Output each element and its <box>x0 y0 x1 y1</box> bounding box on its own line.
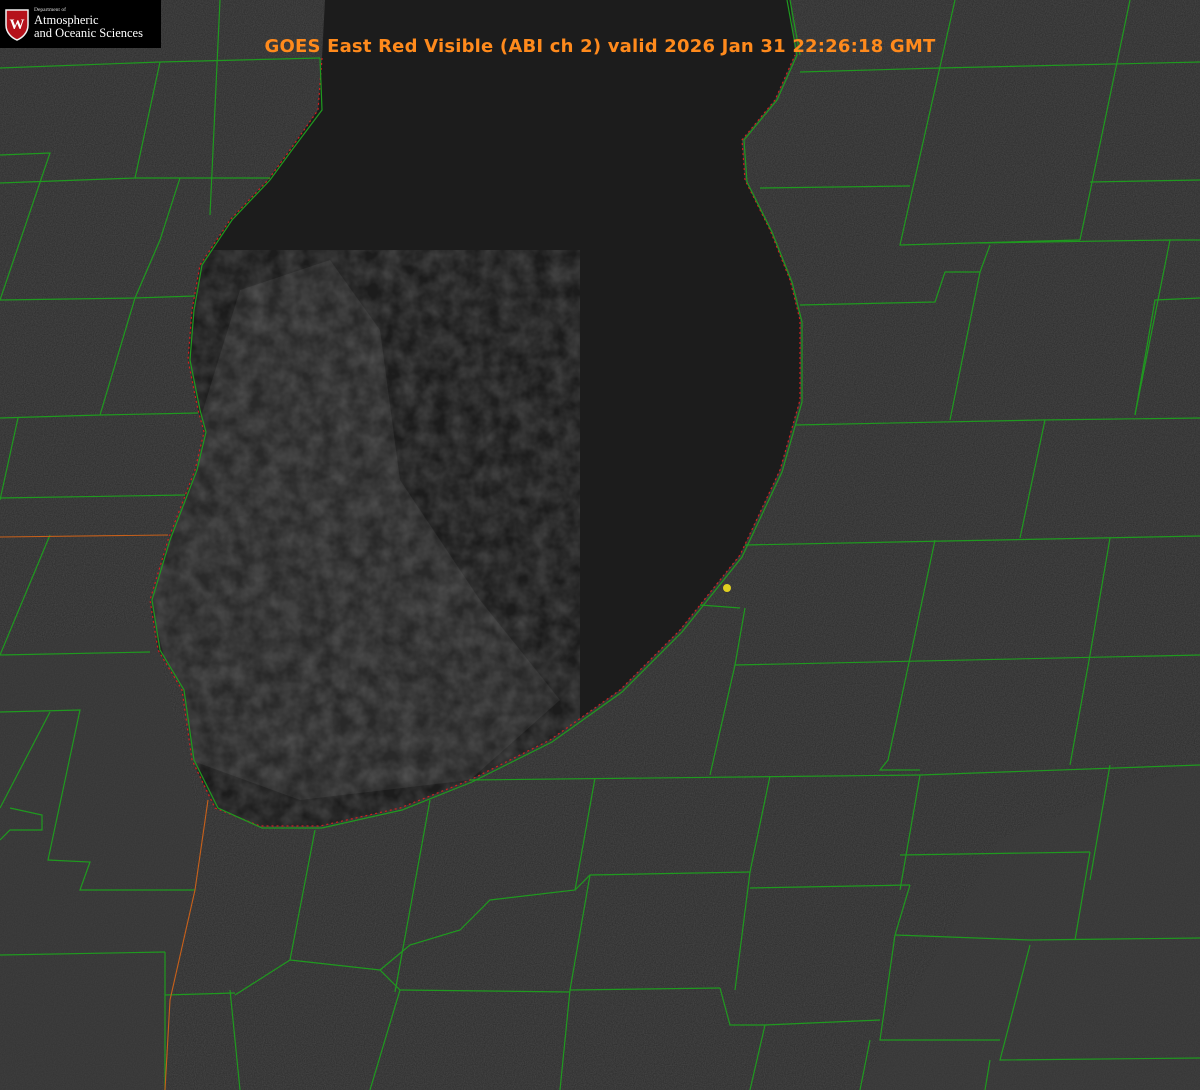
image-title: GOES East Red Visible (ABI ch 2) valid 2… <box>264 36 936 57</box>
satellite-map[interactable] <box>0 0 1200 1090</box>
crest-letter: W <box>10 17 25 33</box>
uw-crest-icon: W <box>5 9 29 41</box>
logo-text: Department of Atmospheric and Oceanic Sc… <box>34 7 143 40</box>
location-dot-icon[interactable] <box>723 584 731 592</box>
aos-logo[interactable]: W Department of Atmospheric and Oceanic … <box>0 0 161 48</box>
logo-line-2: and Oceanic Sciences <box>34 25 143 40</box>
logo-line-1: Atmospheric <box>34 12 99 27</box>
lake-cloud-texture <box>150 250 580 826</box>
